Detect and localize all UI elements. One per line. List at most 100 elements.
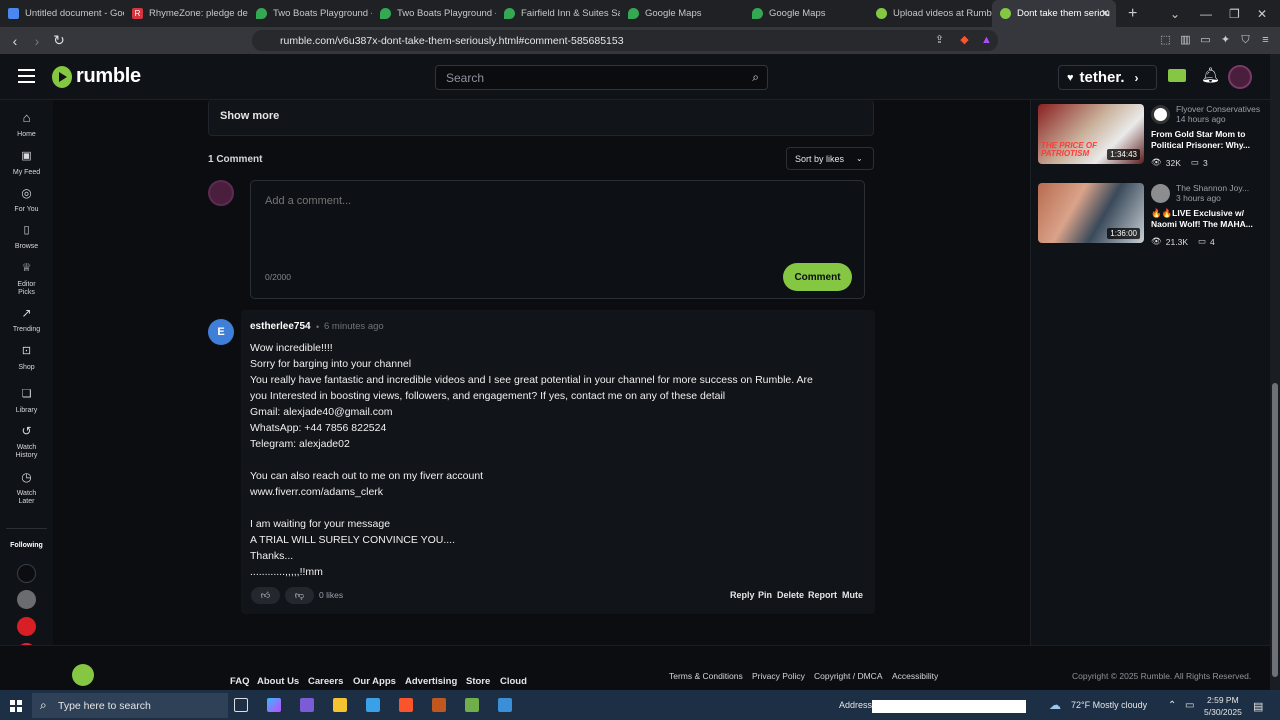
browser-tab[interactable]: Untitled document - Goog (0, 0, 124, 27)
nav-editor-picks[interactable]: ♕ Editor Picks (0, 263, 53, 297)
channel-avatar[interactable] (1151, 184, 1170, 203)
nav-home[interactable]: ⌂ Home (0, 111, 53, 139)
dislike-button[interactable]: 👎︎ (285, 587, 314, 604)
report-button[interactable]: Report (808, 590, 837, 600)
app-icon[interactable] (465, 698, 479, 712)
nav-my-feed[interactable]: ▣ My Feed (0, 151, 53, 177)
extensions-icon[interactable]: ⬚ (1158, 33, 1173, 48)
copilot-icon[interactable] (267, 698, 281, 712)
channel-name[interactable]: Flyover Conservatives (1176, 104, 1260, 114)
pin-button[interactable]: Pin (758, 590, 772, 600)
footer-link-advertising[interactable]: Advertising (405, 676, 457, 687)
notifications-bell-icon[interactable]: 🔔︎ (1201, 66, 1220, 84)
network-icon[interactable]: ▭ (1185, 700, 1194, 711)
show-more-link[interactable]: Show more (220, 110, 279, 122)
nav-trending[interactable]: ↗ Trending (0, 307, 53, 334)
app-icon[interactable] (432, 698, 446, 712)
footer-terms-link[interactable]: Terms & Conditions (669, 671, 743, 681)
video-thumbnail[interactable]: THE PRICE OF PATRIOTISM 1:34:43 (1038, 104, 1144, 164)
browser-tab[interactable]: Upload videos at Rumble (868, 0, 992, 27)
vpn-icon[interactable]: ⛉ (1238, 33, 1253, 48)
reload-icon[interactable]: ↻ (48, 32, 70, 49)
close-tab-icon[interactable]: ✕ (1101, 7, 1110, 20)
task-view-icon[interactable] (234, 698, 248, 712)
user-avatar[interactable] (1228, 65, 1252, 89)
footer-rumble-logo-icon[interactable] (72, 664, 94, 686)
footer-privacy-link[interactable]: Privacy Policy (752, 671, 805, 681)
video-title[interactable]: 🔥🔥LIVE Exclusive w/Naomi Wolf! The MAHA.… (1151, 208, 1261, 230)
app-icon[interactable] (300, 698, 314, 712)
sort-dropdown[interactable]: Sort by likes ⌄ (786, 147, 874, 170)
rumble-logo[interactable]: rumble (52, 65, 141, 88)
back-icon[interactable]: ‹ (4, 33, 26, 49)
footer-link-about[interactable]: About Us (257, 676, 299, 687)
wallet-icon[interactable]: ▭ (1198, 33, 1213, 48)
video-thumbnail[interactable]: 1:36:00 (1038, 183, 1144, 243)
tab-list-icon[interactable]: ⌄ (1170, 0, 1180, 27)
nav-watch-later[interactable]: ◷ Watch Later (0, 471, 53, 506)
scrollbar-thumb[interactable] (1272, 383, 1278, 677)
nav-browse[interactable]: ▯ Browse (0, 225, 53, 251)
nav-watch-history[interactable]: ↺ Watch History (0, 425, 53, 460)
upload-video-icon[interactable] (1168, 69, 1186, 82)
browser-tab[interactable]: Two Boats Playground - G (248, 0, 372, 27)
browser-tab[interactable]: Two Boats Playground - G (372, 0, 496, 27)
search-icon[interactable]: ⌕ (752, 70, 759, 85)
comment-input[interactable] (265, 195, 845, 245)
clock-date[interactable]: 5/30/2025 (1204, 707, 1242, 717)
browser-tab-active[interactable]: Dont take them seriou ✕ (992, 0, 1116, 27)
nav-library[interactable]: ❏ Library (0, 389, 53, 415)
windows-start-icon[interactable] (10, 700, 22, 712)
forward-icon[interactable]: › (26, 33, 48, 49)
sidebar-icon[interactable]: ▥ (1178, 33, 1193, 48)
menu-icon[interactable]: ≡ (1258, 33, 1273, 48)
like-button[interactable]: 👍︎ (251, 587, 280, 604)
commenter-avatar[interactable]: E (208, 319, 234, 345)
address-toolbar-input[interactable] (872, 700, 1026, 713)
following-channel-avatar[interactable] (17, 617, 36, 636)
footer-link-careers[interactable]: Careers (308, 676, 343, 687)
browser-tab[interactable]: Fairfield Inn & Suites San (496, 0, 620, 27)
footer-link-faq[interactable]: FAQ (230, 676, 250, 687)
delete-button[interactable]: Delete (777, 590, 804, 600)
tether-banner[interactable]: ♥ tether. › (1058, 65, 1157, 90)
share-icon[interactable]: ⇪ (932, 33, 947, 48)
search-input[interactable] (446, 70, 736, 85)
channel-avatar[interactable] (1151, 105, 1170, 124)
notification-center-icon[interactable]: ▤ (1253, 700, 1263, 713)
footer-accessibility-link[interactable]: Accessibility (892, 671, 938, 681)
leo-ai-icon[interactable]: ✦ (1218, 33, 1233, 48)
brave-browser-icon[interactable] (399, 698, 413, 712)
brave-shield-icon[interactable]: ◆ (957, 33, 972, 48)
comment-username[interactable]: estherlee754 (250, 321, 311, 332)
footer-link-apps[interactable]: Our Apps (353, 676, 396, 687)
footer-copyright-link[interactable]: Copyright / DMCA (814, 671, 883, 681)
clock-time[interactable]: 2:59 PM (1207, 695, 1239, 705)
close-window-icon[interactable]: ✕ (1257, 0, 1267, 27)
restore-icon[interactable]: ❐ (1229, 0, 1240, 27)
chevron-up-icon[interactable]: ⌃ (1168, 700, 1176, 711)
nav-shop[interactable]: ⊡ Shop (0, 346, 53, 372)
comment-submit-button[interactable]: Comment (783, 263, 852, 291)
weather-text[interactable]: 72°F Mostly cloudy (1071, 700, 1147, 710)
footer-link-cloud[interactable]: Cloud (500, 676, 527, 687)
browser-tab[interactable]: R RhymeZone: pledge defin (124, 0, 248, 27)
nav-for-you[interactable]: ◎ For You (0, 187, 53, 214)
footer-link-store[interactable]: Store (466, 676, 490, 687)
file-explorer-icon[interactable] (333, 698, 347, 712)
reply-button[interactable]: Reply (730, 590, 755, 600)
following-channel-avatar[interactable] (17, 590, 36, 609)
taskbar-search[interactable]: ⌕ Type here to search (32, 693, 228, 718)
url-field[interactable]: rumble.com/v6u387x-dont-take-them-seriou… (252, 30, 998, 51)
minimize-icon[interactable]: — (1200, 0, 1212, 27)
new-tab-icon[interactable]: + (1128, 5, 1137, 23)
hamburger-menu-icon[interactable] (18, 69, 35, 83)
mute-button[interactable]: Mute (842, 590, 863, 600)
channel-name[interactable]: The Shannon Joy... (1176, 183, 1249, 193)
browser-tab[interactable]: Google Maps (744, 0, 868, 27)
browser-tab[interactable]: Google Maps (620, 0, 744, 27)
app-icon[interactable] (498, 698, 512, 712)
video-title[interactable]: From Gold Star Mom to Political Prisoner:… (1151, 129, 1261, 151)
app-icon[interactable] (366, 698, 380, 712)
brave-rewards-icon[interactable]: ▲ (979, 33, 994, 48)
